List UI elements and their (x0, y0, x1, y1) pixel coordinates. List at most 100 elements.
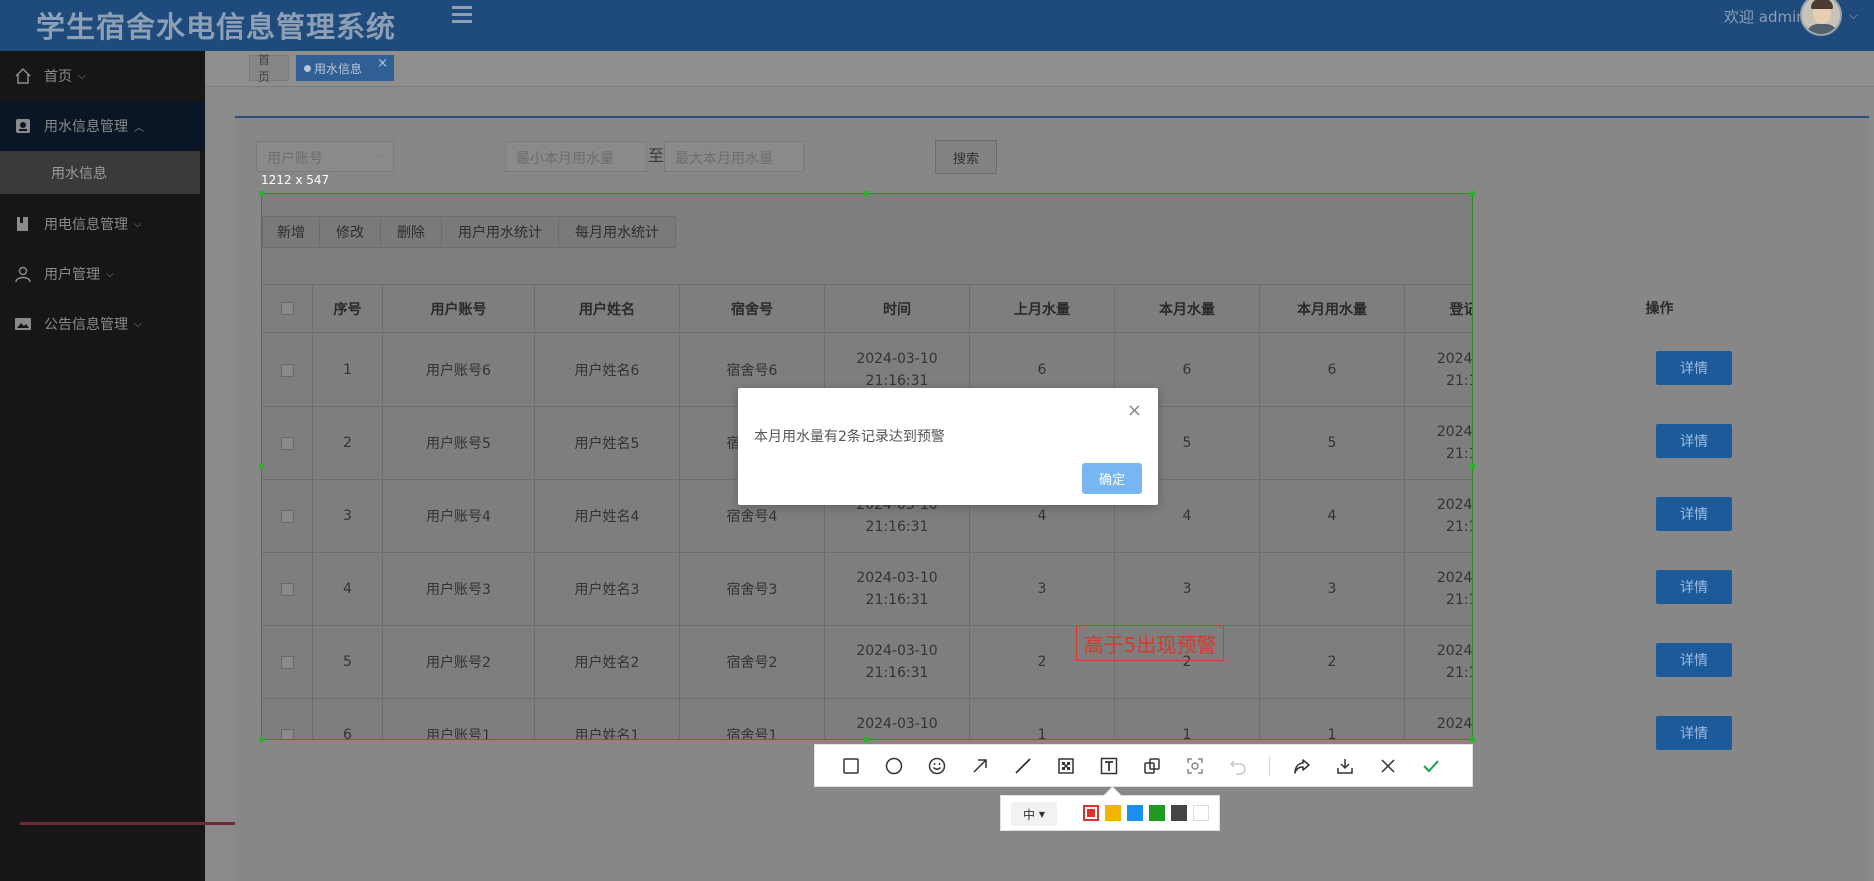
row-checkbox[interactable] (280, 728, 294, 739)
table-cell-reg: 2024-03-10 21:16:31 (1436, 643, 1473, 681)
emoji-tool-icon[interactable] (925, 754, 949, 778)
detail-button[interactable]: 详情 (1656, 716, 1732, 750)
detail-button[interactable]: 详情 (1656, 351, 1732, 385)
rectangle-tool-icon[interactable] (839, 754, 863, 778)
ellipse-tool-icon[interactable] (882, 754, 906, 778)
resize-handle[interactable] (864, 191, 869, 196)
resize-handle[interactable] (259, 737, 264, 742)
table-cell-curr: 1 (1115, 699, 1260, 739)
cancel-icon[interactable] (1376, 754, 1400, 778)
close-icon[interactable]: × (1127, 400, 1142, 421)
detail-button[interactable]: 详情 (1656, 424, 1732, 458)
resize-handle[interactable] (1470, 737, 1475, 742)
color-swatch[interactable] (1083, 805, 1099, 821)
row-checkbox[interactable] (280, 509, 294, 523)
chevron-down-icon[interactable]: ⌵ (1849, 8, 1858, 23)
sidebar-item-label: 用水信息管理 (44, 119, 128, 135)
menu-toggle-icon[interactable] (452, 6, 472, 24)
table-cell-usage: 3 (1260, 553, 1405, 625)
active-dot-icon (304, 64, 311, 72)
table-cell-usage: 4 (1260, 480, 1405, 552)
undo-icon[interactable] (1226, 754, 1250, 778)
color-swatch[interactable] (1127, 805, 1143, 821)
detail-button[interactable]: 详情 (1656, 643, 1732, 677)
select-all-checkbox[interactable] (280, 302, 294, 315)
avatar[interactable] (1800, 0, 1842, 36)
resize-handle[interactable] (1470, 191, 1475, 196)
table-cell-account: 用户账号3 (383, 553, 535, 625)
pin-tool-icon[interactable] (1140, 754, 1164, 778)
sidebar-item-notices[interactable]: 公告信息管理 ⌵ (0, 299, 205, 349)
book-icon (17, 217, 28, 231)
min-usage-input[interactable]: 最小本月用水量 (505, 141, 647, 172)
size-select[interactable]: 中 ▼ (1011, 802, 1057, 826)
table-cell-no: 4 (313, 553, 383, 625)
toolbar-divider (1269, 756, 1270, 776)
color-swatch[interactable] (1149, 805, 1165, 821)
row-select-cell[interactable] (262, 334, 313, 406)
confirm-button[interactable]: 确定 (1082, 463, 1142, 494)
sidebar-item-electricity[interactable]: 用电信息管理 ⌵ (0, 199, 205, 249)
delete-button[interactable]: 删除 (380, 216, 442, 248)
row-select-cell[interactable] (262, 407, 313, 479)
monthly-stats-button[interactable]: 每月用水统计 (558, 216, 676, 248)
row-select-cell[interactable] (262, 553, 313, 625)
arrow-tool-icon[interactable] (968, 754, 992, 778)
tab-label: 首页 (258, 53, 271, 84)
resize-handle[interactable] (1470, 464, 1475, 469)
tab-home[interactable]: 首页 (249, 53, 289, 84)
row-checkbox[interactable] (280, 582, 294, 596)
account-select[interactable]: 用户账号 ⌵ (256, 141, 394, 172)
ocr-tool-icon[interactable] (1183, 754, 1207, 778)
row-select-cell[interactable] (262, 699, 313, 739)
table-cell-no: 2 (313, 407, 383, 479)
table-cell-no: 3 (313, 480, 383, 552)
color-swatch[interactable] (1193, 805, 1209, 821)
sidebar-item-home[interactable]: 首页 ⌵ (0, 51, 205, 101)
add-button[interactable]: 新增 (262, 216, 320, 248)
user-stats-button[interactable]: 用户用水统计 (441, 216, 559, 248)
row-select-cell[interactable] (262, 626, 313, 698)
row-checkbox[interactable] (280, 436, 294, 450)
water-info-icon (16, 119, 30, 133)
select-all-cell[interactable] (262, 285, 313, 332)
resize-handle[interactable] (864, 737, 869, 742)
row-checkbox[interactable] (280, 363, 294, 377)
row-checkbox[interactable] (280, 655, 294, 669)
sidebar-subitem-water-info[interactable]: 用水信息 (0, 151, 200, 194)
column-header: 本月水量 (1115, 285, 1260, 332)
download-icon[interactable] (1333, 754, 1357, 778)
max-usage-input[interactable]: 最大本月用水量 (664, 141, 804, 172)
sidebar-item-users[interactable]: 用户管理 ⌵ (0, 249, 205, 299)
table-cell-name: 用户姓名1 (535, 699, 680, 739)
color-swatch[interactable] (1105, 805, 1121, 821)
chevron-up-icon: ︿ (134, 122, 144, 134)
close-icon[interactable]: × (377, 56, 388, 71)
row-select-cell[interactable] (262, 480, 313, 552)
home-icon (15, 67, 31, 84)
resize-handle[interactable] (259, 191, 264, 196)
tab-water-info[interactable]: 用水信息 × (296, 55, 394, 81)
color-swatch[interactable] (1171, 805, 1187, 821)
share-icon[interactable] (1290, 754, 1314, 778)
column-header: 用户姓名 (535, 285, 680, 332)
confirm-check-icon[interactable] (1419, 754, 1443, 778)
column-header: 登记时间 (1449, 301, 1473, 318)
detail-button[interactable]: 详情 (1656, 497, 1732, 531)
sidebar-subitem-label: 用水信息 (51, 165, 107, 182)
table-cell-account: 用户账号6 (383, 334, 535, 406)
detail-button[interactable]: 详情 (1656, 570, 1732, 604)
table-cell-time: 2024-03-10 21:16:31 (825, 626, 970, 698)
welcome-text: 欢迎 admin (1724, 8, 1806, 26)
mosaic-tool-icon[interactable] (1054, 754, 1078, 778)
line-tool-icon[interactable] (1011, 754, 1035, 778)
edit-button[interactable]: 修改 (319, 216, 381, 248)
table-cell-name: 用户姓名6 (535, 334, 680, 406)
resize-handle[interactable] (259, 464, 264, 469)
table-cell-dorm: 宿舍号2 (680, 626, 825, 698)
text-annotation[interactable]: 高于5出现预警 (1076, 625, 1224, 661)
search-button[interactable]: 搜索 (935, 140, 997, 174)
sidebar-item-water[interactable]: 用水信息管理 ︿ (0, 101, 205, 151)
text-tool-icon[interactable] (1097, 754, 1121, 778)
column-header-ops: 操作 (1645, 300, 1674, 317)
